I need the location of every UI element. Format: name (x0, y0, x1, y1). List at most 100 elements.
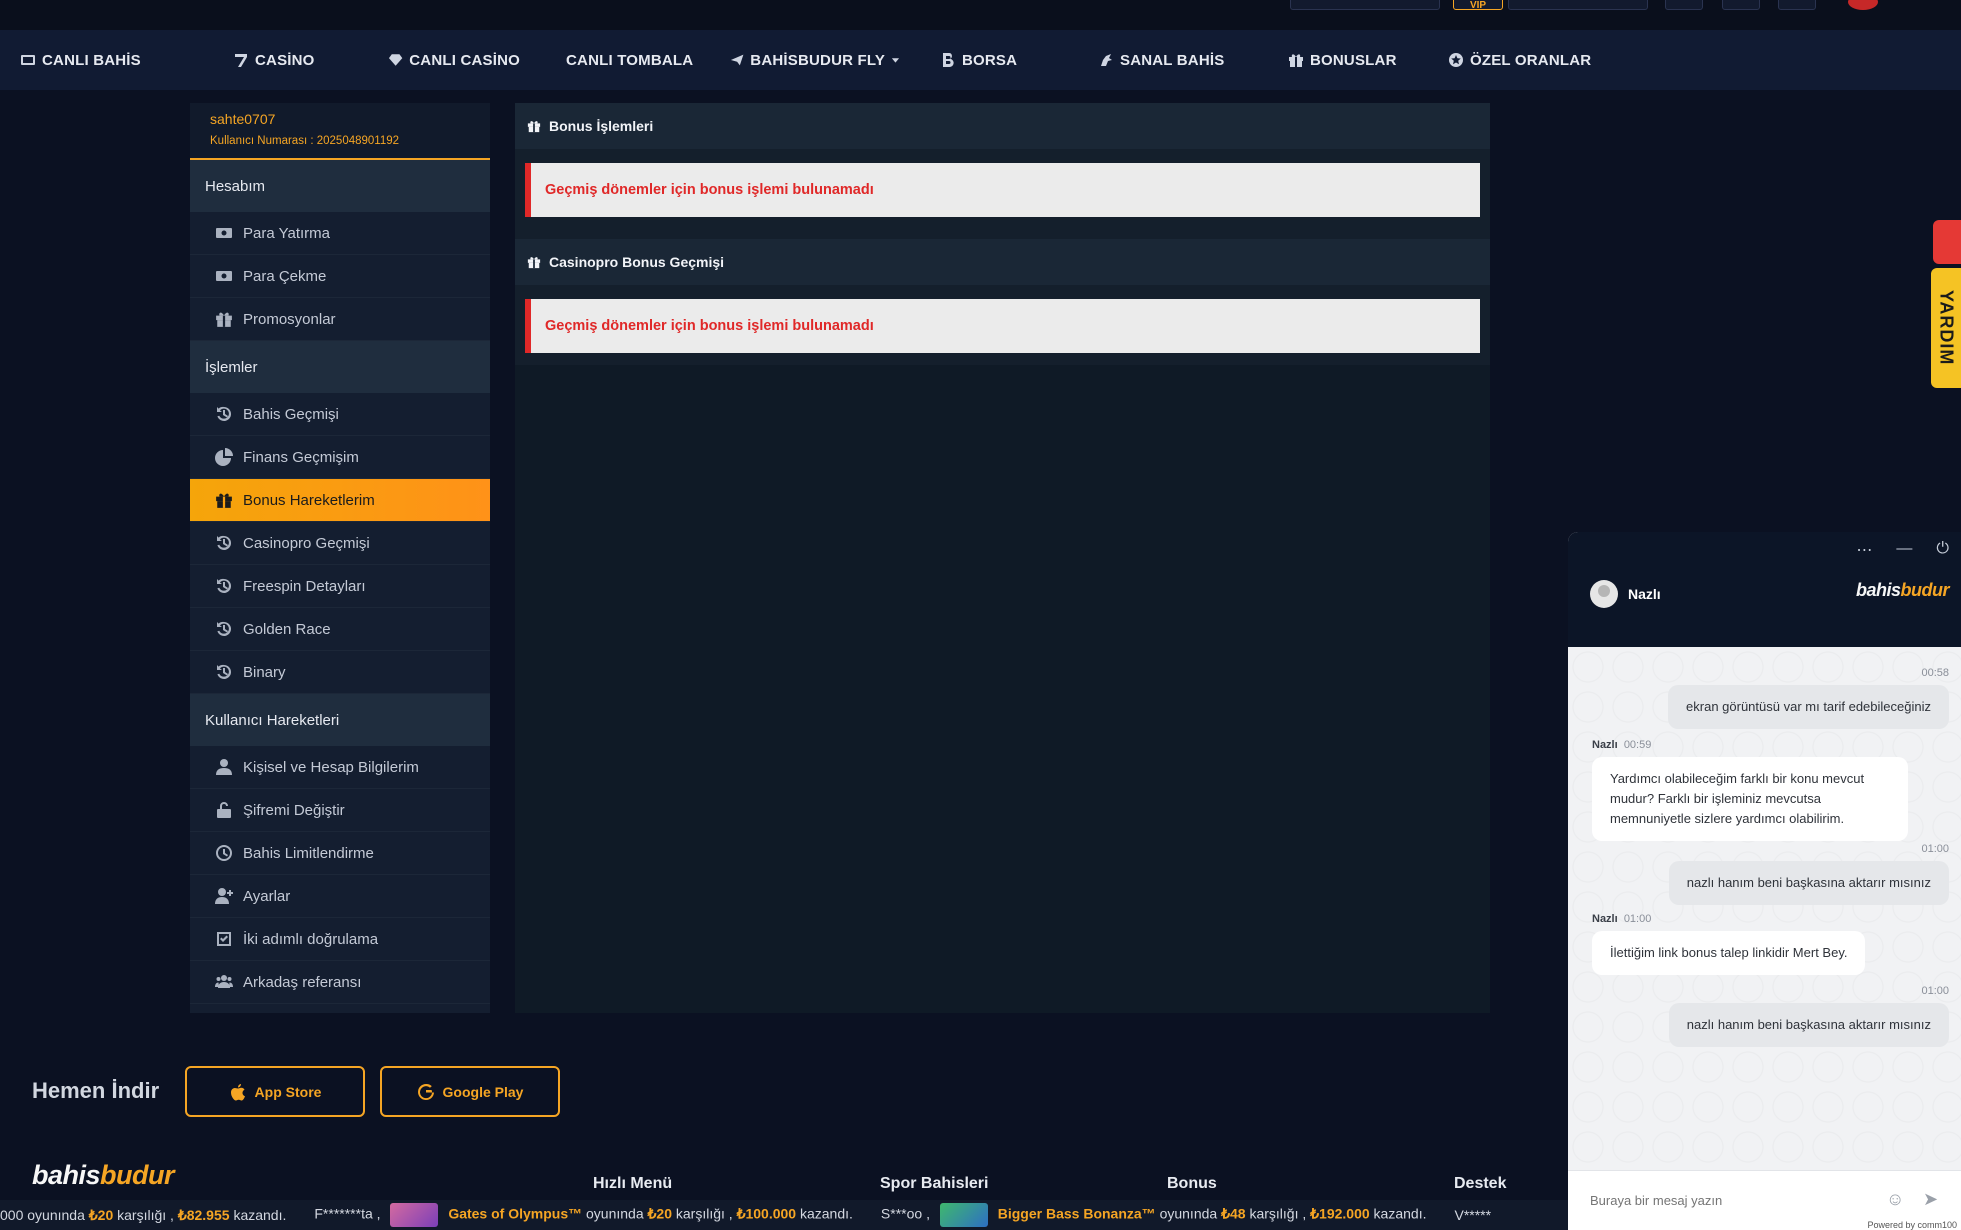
app-store-button[interactable]: App Store (185, 1066, 365, 1117)
chat-logo: bahisbudur (1855, 580, 1950, 601)
logo-part: budur (1900, 580, 1950, 600)
sidebar-item-golden-race[interactable]: Golden Race (190, 608, 490, 651)
top-button[interactable] (1665, 0, 1703, 10)
message-time: 01:00 (1623, 913, 1652, 925)
minimize-icon[interactable]: — (1896, 540, 1912, 560)
nav-canli-tombala[interactable]: CANLI TOMBALA (540, 30, 710, 90)
seven-icon (235, 54, 247, 67)
history-icon (217, 535, 232, 550)
ticker-text: karşılığı , (117, 1206, 174, 1223)
ticker-text: kazandı. (799, 1205, 853, 1222)
panel-bonus-islemleri-header: Bonus İşlemleri (515, 103, 1490, 149)
ticker-item: S***oo , Bigger Bass Bonanza™ oyunında ₺… (881, 1203, 1455, 1227)
unlock-icon (217, 802, 231, 818)
sender-name: Nazlı (1592, 739, 1618, 751)
vip-badge[interactable]: VIP (1453, 0, 1503, 11)
panel-casinopro-header: Casinopro Bonus Geçmişi (515, 239, 1490, 285)
plane-icon (730, 54, 744, 66)
sidebar-item-promosyonlar[interactable]: Promosyonlar (190, 298, 490, 341)
sidebar-item-para-cekme[interactable]: Para Çekme (190, 255, 490, 298)
sidebar-item-kisisel-bilgiler[interactable]: Kişisel ve Hesap Bilgilerim (190, 746, 490, 789)
nav-bahisbudur-fly[interactable]: BAHİSBUDUR FLY (710, 30, 920, 90)
nav-canli-bahis[interactable]: CANLI BAHİS (0, 30, 213, 90)
message-time: 00:58 (1921, 667, 1949, 679)
message-time: 01:00 (1921, 985, 1949, 997)
side-close-tab[interactable] (1933, 220, 1961, 264)
panel-title: Bonus İşlemleri (549, 118, 654, 134)
ticker-text: kazandı. (1373, 1205, 1427, 1222)
ticker-text: kazandı. (233, 1206, 287, 1223)
chat-messages[interactable]: 00:58 ekran görüntüsü var mı tarif edebi… (1568, 647, 1961, 1170)
sidebar-item-casinopro-gecmisi[interactable]: Casinopro Geçmişi (190, 522, 490, 565)
nav-ozel-oranlar[interactable]: ÖZEL ORANLAR (1428, 30, 1628, 90)
chat-controls: ⋯ — ⏻ (1856, 540, 1949, 560)
sidebar-item-bonus-hareketlerim[interactable]: Bonus Hareketlerim (190, 479, 490, 522)
sidebar-item-bahis-limitlendirme[interactable]: Bahis Limitlendirme (190, 832, 490, 875)
sidebar-item-para-yatirma[interactable]: Para Yatırma (190, 212, 490, 255)
top-button[interactable] (1722, 0, 1760, 10)
footer-logo[interactable]: bahisbudur (32, 1160, 175, 1191)
sidebar-item-label: Bahis Geçmişi (243, 405, 339, 423)
message-user: ekran görüntüsü var mı tarif edebileceği… (1668, 685, 1949, 729)
sender-name: Nazlı (1592, 913, 1618, 925)
user-plus-icon (215, 888, 233, 904)
sidebar-item-bahis-gecmisi[interactable]: Bahis Geçmişi (190, 393, 490, 436)
pie-chart-icon (215, 448, 233, 466)
ticker-game[interactable]: Gates of Olympus™ (448, 1206, 582, 1222)
powered-by[interactable]: Powered by comm100 (1867, 1220, 1957, 1230)
footer-col-spor-bahisleri: Spor Bahisleri (880, 1175, 989, 1192)
nav-canli-casino[interactable]: CANLI CASİNO (368, 30, 540, 90)
gift-icon (1289, 54, 1303, 67)
sidebar-item-label: Binary (243, 663, 286, 681)
help-side-tab[interactable]: YARDIM (1931, 268, 1961, 388)
sidebar-item-binary[interactable]: Binary (190, 651, 490, 694)
history-icon (217, 621, 232, 636)
sidebar-item-arkadas-referansi[interactable]: Arkadaş referansı (190, 961, 490, 1004)
panel-title: Casinopro Bonus Geçmişi (549, 254, 725, 270)
history-icon (217, 664, 232, 679)
send-icon[interactable]: ➤ (1923, 1189, 1938, 1210)
nav-label: ÖZEL ORANLAR (1470, 51, 1592, 69)
footer-col-bonus: Bonus (1167, 1175, 1217, 1192)
sidebar-item-sifremi-degistir[interactable]: Şifremi Değiştir (190, 789, 490, 832)
sidebar-item-label: Arkadaş referansı (243, 973, 362, 991)
logo-part: bahis (1855, 580, 1901, 600)
footer-col-destek: Destek (1454, 1175, 1507, 1192)
sidebar-item-label: Şifremi Değiştir (243, 801, 345, 819)
balance-box[interactable] (1508, 0, 1648, 10)
top-button[interactable] (1778, 0, 1816, 10)
nav-casino[interactable]: CASİNO (213, 30, 368, 90)
message-meta: Nazlı 00:59 (1592, 739, 1651, 751)
sidebar-item-finans-gecmisim[interactable]: Finans Geçmişim (190, 436, 490, 479)
live-chat-window: ⋯ — ⏻ Nazlı bahisbudur 00:58 ekran görün… (1568, 532, 1961, 1230)
sidebar-item-label: Finans Geçmişim (243, 448, 359, 466)
search-box[interactable] (1290, 0, 1440, 10)
game-thumbnail[interactable] (939, 1203, 988, 1227)
username: sahte0707 (210, 111, 276, 127)
message-user: nazlı hanım beni başkasına aktarır mısın… (1668, 861, 1949, 905)
avatar-button[interactable] (1848, 0, 1878, 10)
emoji-icon[interactable]: ☺ (1886, 1189, 1904, 1210)
ticker-item: V***** (1454, 1207, 1519, 1223)
ticker-game[interactable]: Bigger Bass Bonanza™ (998, 1206, 1156, 1222)
game-thumbnail[interactable] (390, 1203, 439, 1227)
ticker-stake: ₺48 (1221, 1205, 1246, 1222)
ticker-text: oyunında (1159, 1205, 1218, 1222)
power-icon[interactable]: ⏻ (1936, 540, 1949, 560)
nav-borsa[interactable]: BORSA (920, 30, 1078, 90)
nav-sanal-bahis[interactable]: SANAL BAHİS (1078, 30, 1268, 90)
sidebar-item-ayarlar[interactable]: Ayarlar (190, 875, 490, 918)
sidebar-item-iki-adimli-dogrulama[interactable]: İki adımlı doğrulama (190, 918, 490, 961)
nav-bonuslar[interactable]: BONUSLAR (1268, 30, 1428, 90)
download-title: Hemen İndir (32, 1078, 160, 1103)
winners-ticker: 000 oyunında ₺20 karşılığı , ₺82.955 kaz… (0, 1200, 1568, 1230)
sidebar-item-label: Ayarlar (243, 887, 291, 905)
chat-message-input[interactable] (1588, 1185, 1888, 1215)
section-kullanici-hareketleri: Kullanıcı Hareketleri (190, 694, 490, 746)
google-play-button[interactable]: Google Play (380, 1066, 560, 1117)
gift-icon (527, 257, 541, 269)
clock-icon (216, 845, 232, 861)
sidebar-item-freespin-detaylari[interactable]: Freespin Detayları (190, 565, 490, 608)
ticker-win: ₺100.000 (736, 1205, 797, 1222)
more-icon[interactable]: ⋯ (1856, 540, 1872, 560)
